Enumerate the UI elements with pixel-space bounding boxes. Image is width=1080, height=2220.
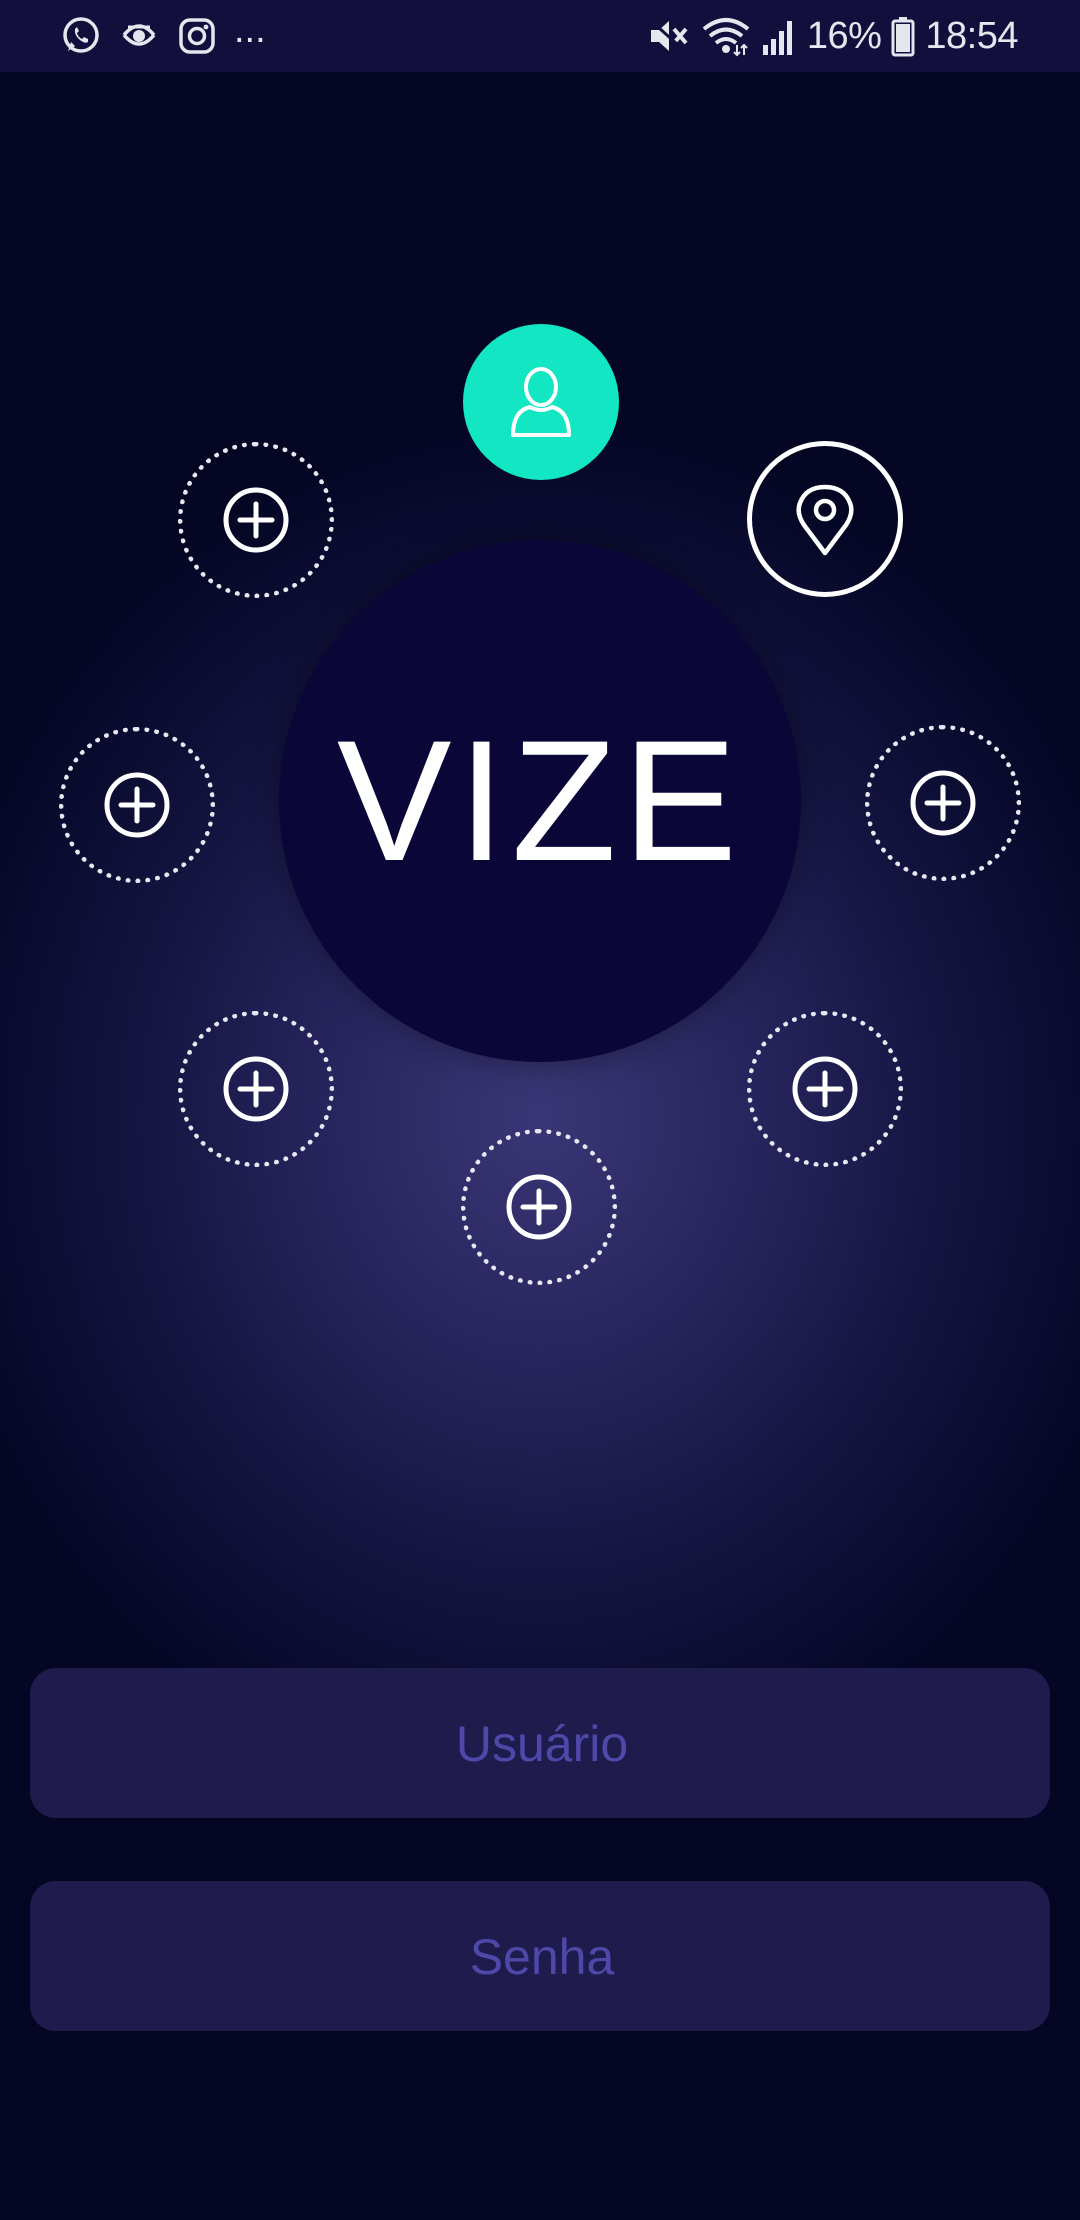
instagram-icon [176,15,218,57]
login-screen: ... 16% 18:54 VIZE Usuário [0,0,1080,2220]
plus-circle-icon [223,1056,289,1122]
add-slot-button-bottom-left[interactable] [178,1011,334,1167]
clock: 18:54 [925,14,1018,57]
status-bar-system: 16% 18:54 [647,12,1018,60]
battery-percentage: 16% [806,14,882,57]
add-slot-button-bottom-right[interactable] [747,1011,903,1167]
signal-icon [761,15,797,57]
user-icon [511,367,571,437]
wifi-icon [701,15,751,57]
add-slot-button-right[interactable] [865,725,1021,881]
plus-circle-icon [792,1056,858,1122]
profile-button[interactable] [463,324,619,480]
add-slot-button-bottom[interactable] [461,1129,617,1285]
location-pin-icon [796,484,854,556]
username-field[interactable] [30,1668,1054,1820]
username-input[interactable] [30,1668,1054,1820]
whatsapp-icon [60,15,102,57]
add-slot-button-left[interactable] [59,727,215,883]
add-slot-button-top-left[interactable] [178,442,334,598]
password-input[interactable] [30,1881,1054,2033]
app-logo: VIZE [336,705,744,897]
status-bar: ... 16% 18:54 [0,0,1080,72]
sync-app-icon [118,15,160,57]
mute-icon [647,15,691,57]
plus-circle-icon [910,770,976,836]
more-notifications-indicator: ... [234,8,266,51]
location-button[interactable] [747,441,903,597]
status-bar-notifications: ... [60,8,266,60]
plus-circle-icon [104,772,170,838]
plus-circle-icon [506,1174,572,1240]
password-field[interactable] [30,1881,1054,2033]
plus-circle-icon [223,487,289,553]
battery-icon [891,15,915,57]
